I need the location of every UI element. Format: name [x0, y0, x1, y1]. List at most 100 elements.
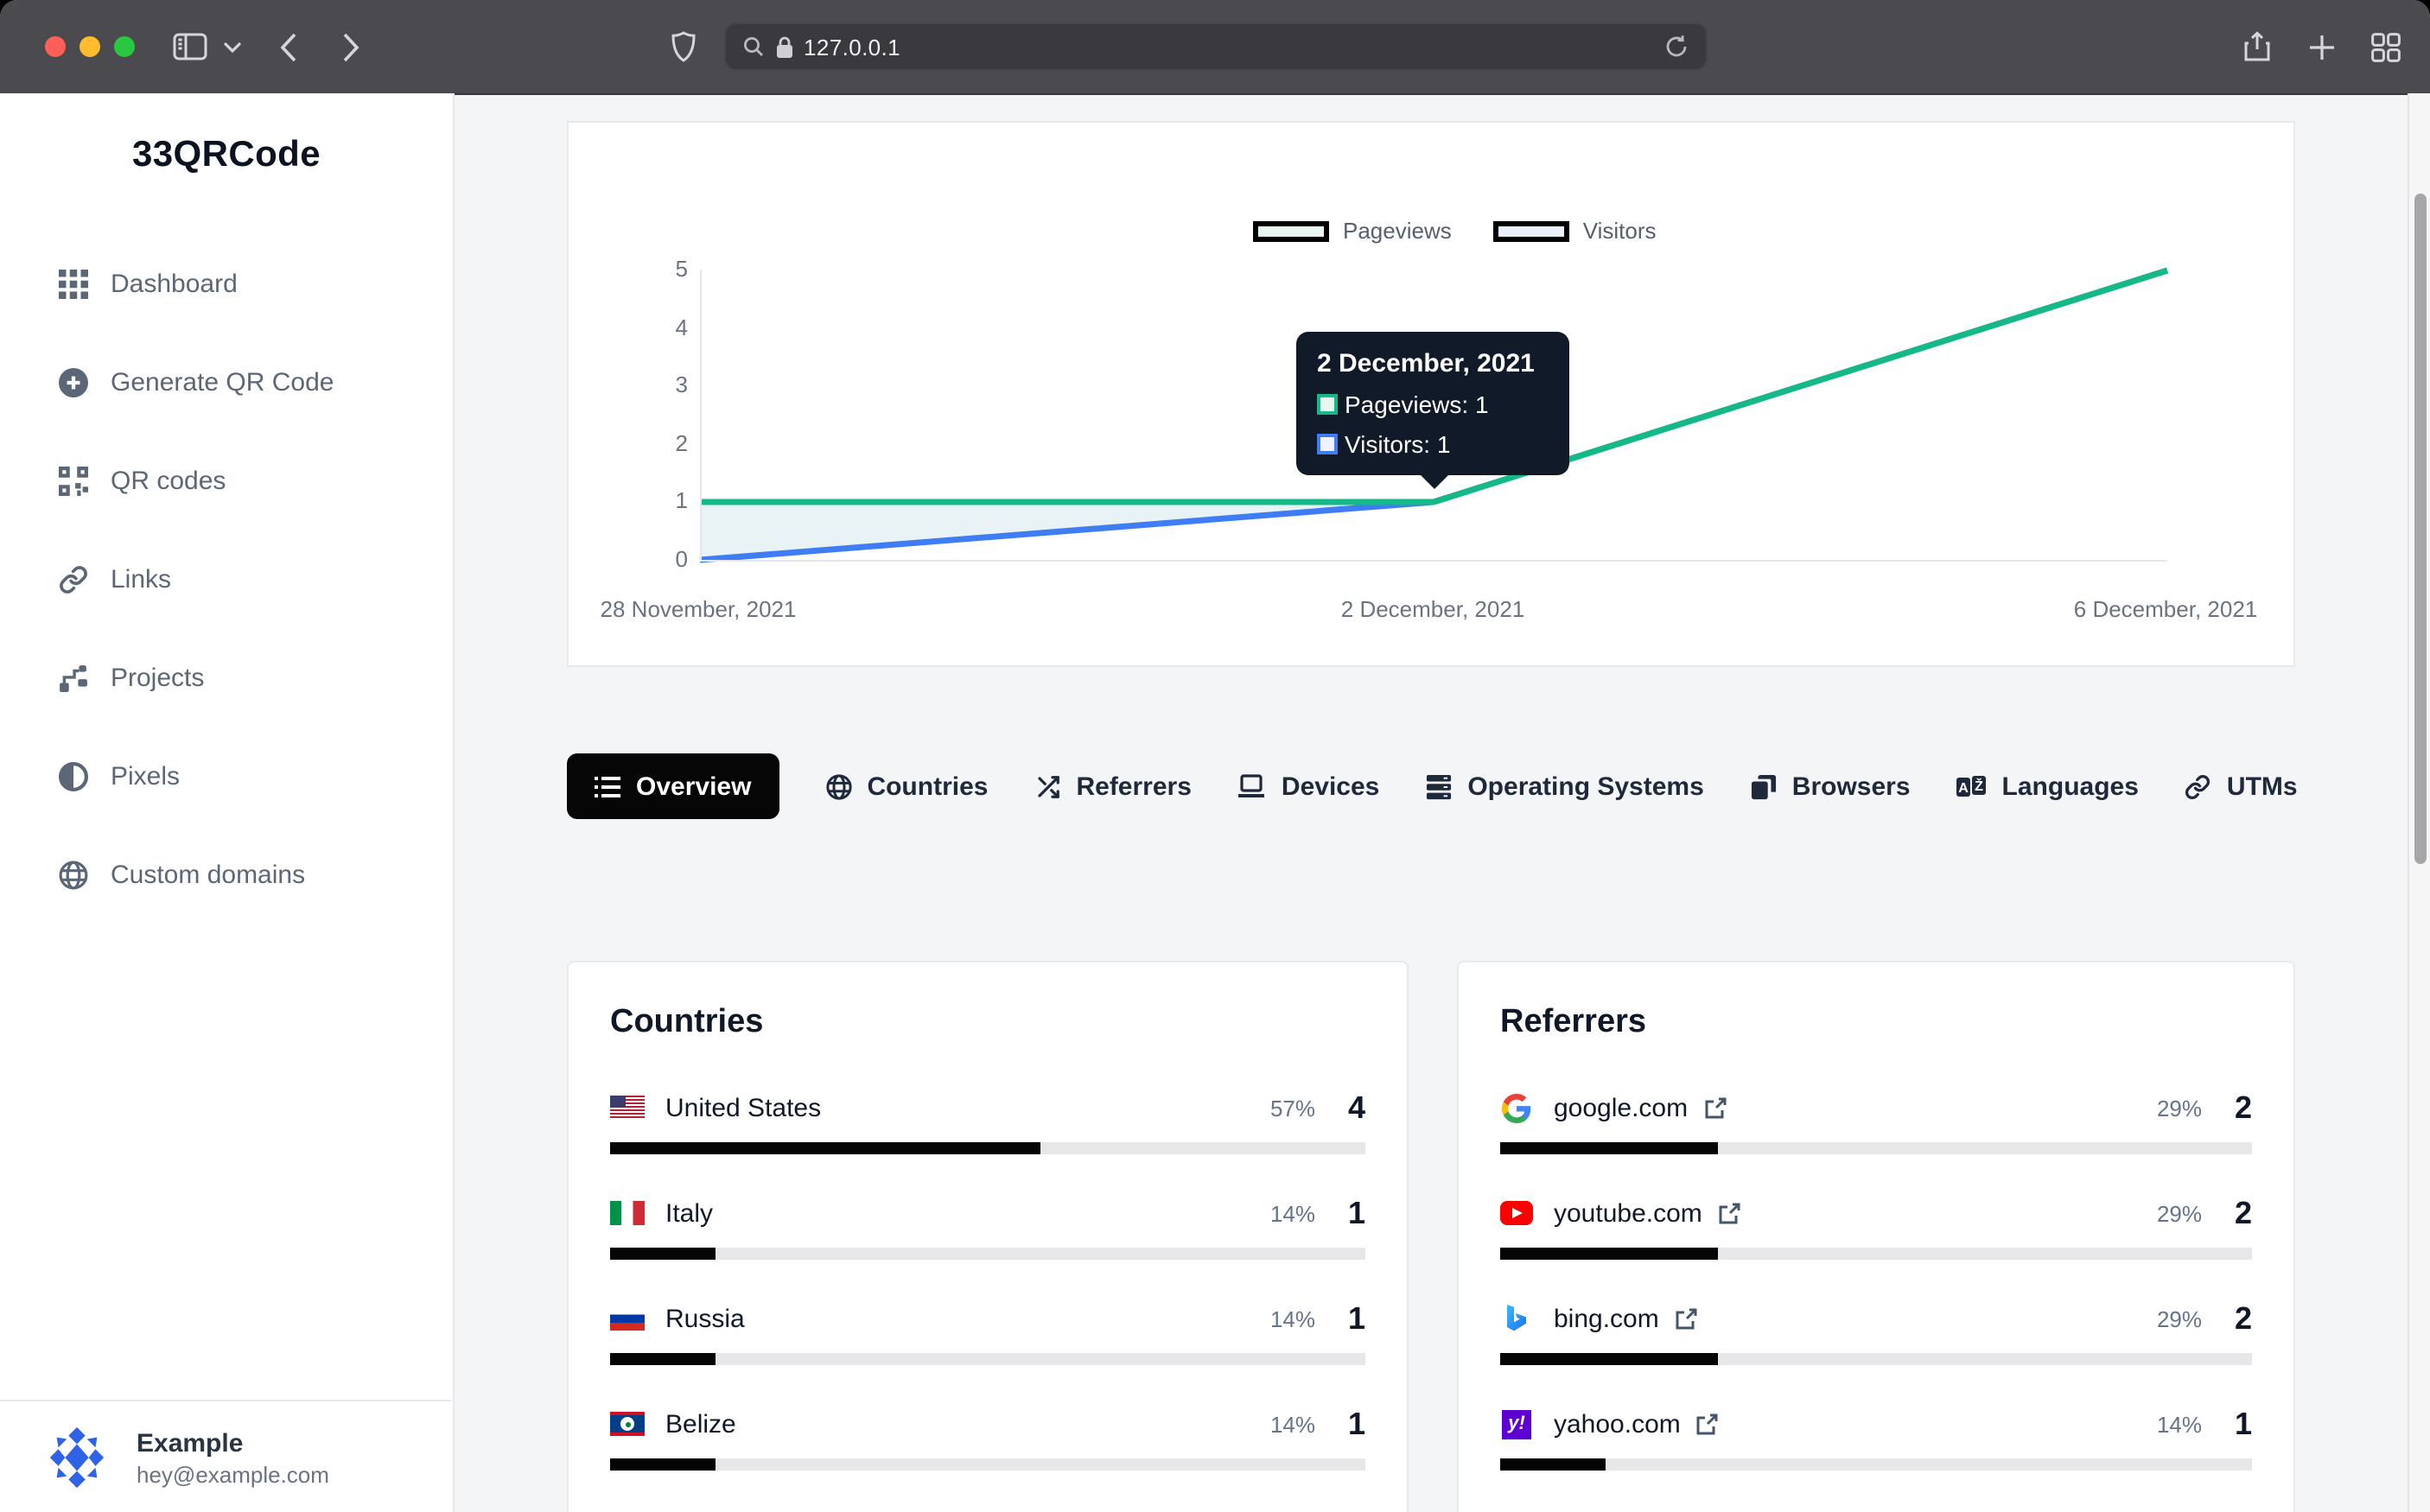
progress-bar: [610, 1248, 1365, 1260]
y-tick-5: 5: [646, 256, 688, 282]
sidebar: 33QRCode Dashboard Generate QR Code: [0, 93, 455, 1512]
country-name: Russia: [665, 1304, 745, 1333]
reload-icon[interactable]: [1664, 35, 1689, 59]
y-tick-2: 2: [646, 430, 688, 456]
yahoo-logo-icon: y!: [1500, 1407, 1533, 1440]
tab-browsers[interactable]: Browsers: [1751, 753, 1911, 819]
pageviews-legend-swatch: [1253, 220, 1329, 241]
tooltip-visitors: Visitors: 1: [1345, 430, 1450, 458]
referrer-count: 2: [2233, 1090, 2252, 1126]
y-tick-0: 0: [646, 546, 688, 572]
external-link-icon[interactable]: [1696, 1413, 1719, 1435]
tab-referrers[interactable]: Referrers: [1034, 753, 1191, 819]
country-name: Belize: [665, 1409, 736, 1439]
referrer-row[interactable]: bing.com 29% 2: [1500, 1299, 2252, 1365]
referrer-row[interactable]: google.com 29% 2: [1500, 1089, 2252, 1154]
server-icon: [1426, 773, 1452, 799]
zoom-window-button[interactable]: [114, 36, 135, 57]
referrers-card-title: Referrers: [1500, 1004, 2252, 1042]
account-email: hey@example.com: [137, 1461, 329, 1487]
chevron-down-icon[interactable]: [219, 0, 244, 93]
x-axis-line: [700, 560, 2167, 562]
referrer-count: 1: [2233, 1406, 2252, 1442]
back-icon[interactable]: [273, 0, 304, 93]
tab-label: Languages: [2002, 772, 2139, 801]
globe-icon: [59, 861, 88, 890]
forward-icon[interactable]: [335, 0, 366, 93]
external-link-icon[interactable]: [1718, 1202, 1740, 1224]
country-row[interactable]: Belize 14% 1: [610, 1405, 1365, 1471]
tab-utms[interactable]: UTMs: [2185, 753, 2298, 819]
visitors-legend-label: Visitors: [1583, 218, 1657, 244]
country-pct: 57%: [1270, 1095, 1315, 1121]
sidebar-toggle-icon[interactable]: [169, 0, 211, 93]
referrer-domain: google.com: [1554, 1093, 1688, 1122]
belize-flag-icon: [610, 1412, 645, 1436]
country-name: Italy: [665, 1198, 713, 1228]
progress-bar: [1500, 1142, 2252, 1154]
referrer-pct: 14%: [2157, 1411, 2202, 1437]
sidebar-item-dashboard[interactable]: Dashboard: [0, 235, 453, 334]
tooltip-date: 2 December, 2021: [1317, 349, 1549, 378]
analytics-tabs: Overview Countries Referrers Devices: [567, 753, 2312, 819]
referrers-card: Referrers google.com: [1457, 961, 2295, 1512]
country-row[interactable]: Italy 14% 1: [610, 1194, 1365, 1260]
link-icon: [59, 565, 88, 594]
tab-operating-systems[interactable]: Operating Systems: [1426, 753, 1703, 819]
tab-label: UTMs: [2227, 772, 2298, 801]
shuffle-icon: [1034, 773, 1060, 799]
sidebar-item-generate-qr[interactable]: Generate QR Code: [0, 334, 453, 432]
sidebar-item-label: Projects: [111, 664, 204, 693]
referrer-row[interactable]: y! yahoo.com 14% 1: [1500, 1405, 2252, 1471]
x-label-end: 6 December, 2021: [2074, 596, 2257, 622]
referrer-domain: youtube.com: [1554, 1198, 1702, 1228]
sidebar-item-custom-domains[interactable]: Custom domains: [0, 826, 453, 924]
translate-icon: A Ž: [1957, 775, 1987, 797]
visitors-swatch-icon: [1317, 434, 1338, 454]
tab-overview-icon[interactable]: [2368, 0, 2402, 93]
shield-icon[interactable]: [665, 0, 700, 93]
sidebar-item-pixels[interactable]: Pixels: [0, 727, 453, 826]
link-icon: [2185, 773, 2211, 799]
country-row[interactable]: Russia 14% 1: [610, 1299, 1365, 1365]
external-link-icon[interactable]: [1675, 1307, 1697, 1330]
sidebar-item-links[interactable]: Links: [0, 530, 453, 629]
url-text: 127.0.0.1: [804, 34, 900, 60]
country-count: 1: [1346, 1300, 1365, 1337]
tab-devices[interactable]: Devices: [1238, 753, 1379, 819]
country-row[interactable]: United States 57% 4: [610, 1089, 1365, 1154]
close-window-button[interactable]: [45, 36, 66, 57]
progress-bar: [610, 1458, 1365, 1471]
referrer-domain: bing.com: [1554, 1304, 1659, 1333]
sidebar-item-qr-codes[interactable]: QR codes: [0, 432, 453, 530]
tooltip-pageviews: Pageviews: 1: [1345, 391, 1489, 418]
progress-bar: [1500, 1248, 2252, 1260]
sidebar-item-label: QR codes: [111, 467, 226, 496]
new-tab-icon[interactable]: [2306, 0, 2337, 93]
sidebar-item-projects[interactable]: Projects: [0, 629, 453, 727]
app-logo[interactable]: 33QRCode: [0, 135, 453, 176]
avatar: [43, 1424, 111, 1491]
dashboard-grid-icon: [59, 270, 88, 299]
search-icon: [743, 36, 764, 57]
progress-bar: [1500, 1353, 2252, 1365]
y-tick-3: 3: [646, 372, 688, 397]
tab-languages[interactable]: A Ž Languages: [1957, 753, 2139, 819]
referrer-row[interactable]: youtube.com 29% 2: [1500, 1194, 2252, 1260]
account-footer[interactable]: Example hey@example.com: [0, 1400, 451, 1512]
russia-flag-icon: [610, 1306, 645, 1331]
chart-legend: Pageviews Visitors: [1253, 218, 1657, 244]
account-name: Example: [137, 1428, 329, 1458]
minimize-window-button[interactable]: [80, 36, 100, 57]
sidebar-item-label: Dashboard: [111, 270, 238, 299]
tab-overview[interactable]: Overview: [567, 753, 779, 819]
country-count: 4: [1346, 1090, 1365, 1126]
share-icon[interactable]: [2240, 0, 2274, 93]
address-bar[interactable]: 127.0.0.1: [724, 22, 1708, 71]
tab-countries[interactable]: Countries: [825, 753, 988, 819]
scrollbar-thumb[interactable]: [2414, 194, 2427, 864]
italy-flag-icon: [610, 1201, 645, 1225]
external-link-icon[interactable]: [1703, 1096, 1726, 1119]
scrollbar-track[interactable]: [2408, 93, 2430, 1512]
tab-label: Devices: [1282, 772, 1379, 801]
